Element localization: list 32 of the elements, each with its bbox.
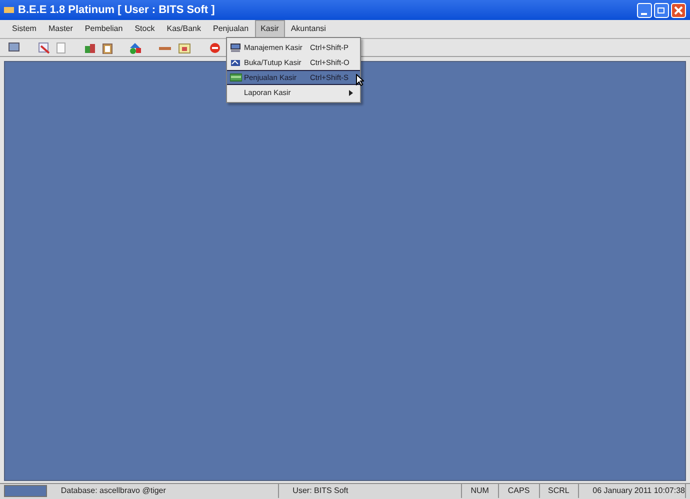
window-title: B.E.E 1.8 Platinum [ User : BITS Soft ]: [18, 2, 215, 18]
close-icon[interactable]: [671, 2, 686, 18]
computer-icon: [230, 43, 241, 52]
submenu-arrow-icon: [349, 90, 353, 96]
status-panel: 06 January 2011 10:07:38: [578, 484, 686, 498]
menu-item[interactable]: Master: [42, 20, 79, 38]
cash-icon: [230, 73, 242, 82]
menu-item[interactable]: Kas/Bank: [160, 20, 207, 38]
menu-item[interactable]: Penjualan: [206, 20, 255, 38]
menu-item[interactable]: Pembelian: [78, 20, 129, 38]
app-logo-icon: [4, 7, 14, 13]
menu-item[interactable]: Stock: [128, 20, 161, 38]
shapes-icon[interactable]: [84, 42, 96, 54]
folder-icon[interactable]: [178, 42, 191, 54]
status-panel: NUM: [462, 484, 499, 498]
restore-icon[interactable]: [654, 2, 669, 18]
status-panel: User: BITS Soft: [278, 484, 462, 498]
clipboard-icon[interactable]: [102, 42, 113, 54]
status-panel: CAPS: [498, 484, 540, 498]
status-panel: SCRL: [540, 484, 579, 498]
stop-icon[interactable]: [209, 42, 221, 54]
pencil-icon[interactable]: [38, 42, 50, 54]
monitor-icon[interactable]: [8, 42, 20, 53]
progress-panel: [4, 485, 47, 497]
menu-item[interactable]: Akuntansi: [284, 20, 332, 38]
menu-item[interactable]: Sistem: [6, 20, 42, 38]
menu-item[interactable]: Kasir: [254, 20, 285, 38]
mouse-cursor-icon: [356, 74, 364, 86]
status-panel: Database: ascellbravo @tiger: [46, 484, 279, 498]
minimize-icon[interactable]: [637, 2, 652, 18]
card-icon: [230, 58, 241, 67]
shapes-icon[interactable]: [129, 42, 142, 54]
